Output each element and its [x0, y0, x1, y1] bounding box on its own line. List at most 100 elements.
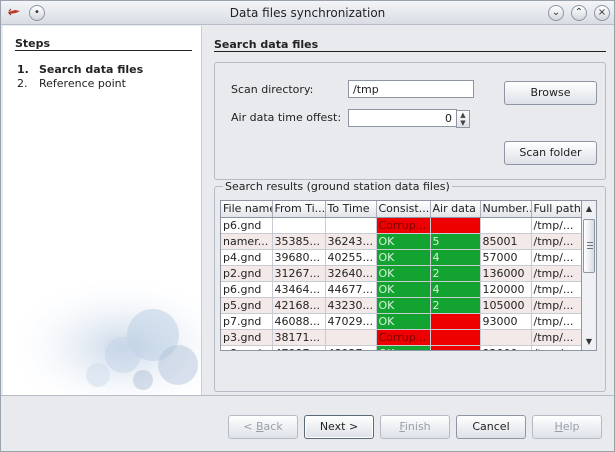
close-icon[interactable]: × — [594, 5, 610, 21]
stepper-down-icon[interactable]: ▼ — [457, 119, 469, 127]
air-offset-input[interactable]: 0 — [348, 109, 457, 127]
table-cell: Corrup... — [376, 329, 431, 346]
air-offset-label: Air data time offest: — [231, 111, 342, 124]
wizard-button-bar: < Back Next > Finish Cancel Help — [1, 395, 614, 451]
table-cell — [430, 329, 481, 346]
steps-divider — [15, 50, 192, 51]
window-title: Data files synchronization — [229, 6, 386, 20]
table-cell: 5 — [430, 233, 481, 250]
scan-folder-button[interactable]: Scan folder — [504, 141, 597, 165]
results-table-wrapper: File name From Ti... To Time Consist... … — [220, 200, 582, 351]
table-cell: OK — [376, 249, 431, 266]
column-header-full-path[interactable]: Full path — [531, 201, 581, 218]
table-cell: 120000 — [480, 281, 532, 298]
step-label: Search data files — [39, 63, 144, 76]
title-bar: • Data files synchronization ⌄ ⌃ × — [1, 1, 614, 25]
column-header-file-name[interactable]: File name — [221, 201, 273, 218]
step-search-data-files: 1. Search data files — [17, 63, 143, 76]
minimize-icon[interactable]: ⌄ — [548, 5, 564, 21]
table-cell: /tmp/... — [531, 233, 581, 250]
table-cell — [325, 329, 377, 346]
table-cell: OK — [376, 233, 431, 250]
maximize-icon[interactable]: ⌃ — [571, 5, 587, 21]
table-cell: /tmp/... — [531, 249, 581, 266]
table-cell: /tmp/... — [531, 313, 581, 330]
column-header-consistency[interactable]: Consist... — [376, 201, 431, 218]
column-header-to-time[interactable]: To Time — [325, 201, 377, 218]
air-offset-stepper[interactable]: ▲ ▼ — [456, 110, 470, 128]
table-cell: 39680... — [272, 249, 326, 266]
column-header-from-time[interactable]: From Ti... — [272, 201, 326, 218]
help-button[interactable]: Help — [532, 415, 602, 439]
table-cell: p3.gnd — [221, 329, 273, 346]
column-header-number[interactable]: Number... — [480, 201, 532, 218]
finish-button[interactable]: Finish — [380, 415, 450, 439]
section-title: Search data files — [214, 38, 319, 51]
table-cell: p7.gnd — [221, 313, 273, 330]
table-row[interactable]: p8.gnd4799748927OK 92000/tmp/... — [221, 345, 581, 350]
table-cell: 47029... — [325, 313, 377, 330]
table-cell: 43464... — [272, 281, 326, 298]
back-prefix: < — [243, 420, 256, 433]
table-row[interactable]: p2.gnd 31267... 32640... OK 2 136000/tmp/... — [221, 265, 581, 282]
table-cell — [325, 217, 377, 234]
table-cell: /tmp/... — [531, 281, 581, 298]
cancel-button[interactable]: Cancel — [456, 415, 526, 439]
table-cell: 42168... — [272, 297, 326, 314]
scrollbar-thumb[interactable] — [583, 219, 595, 273]
table-row[interactable]: p4.gnd 39680... 40255... OK 4 57000/tmp/... — [221, 249, 581, 266]
column-header-air-data[interactable]: Air data — [430, 201, 481, 218]
finish-label: inish — [404, 420, 431, 433]
back-label: ack — [263, 420, 283, 433]
back-button[interactable]: < Back — [228, 415, 298, 439]
table-cell: /tmp/... — [531, 265, 581, 282]
table-cell — [480, 217, 532, 234]
main-panel: Search data files Scan directory: /tmp B… — [204, 26, 614, 395]
table-cell: /tmp/... — [531, 297, 581, 314]
table-cell: /tmp/... — [531, 345, 581, 350]
table-header-row: File name From Ti... To Time Consist... … — [221, 201, 581, 218]
table-cell: 4 — [430, 249, 481, 266]
results-scrollbar[interactable]: ▲ ▼ — [582, 200, 597, 351]
help-mnemonic: H — [554, 420, 563, 433]
table-cell: 38171... — [272, 329, 326, 346]
table-cell: 93000 — [480, 313, 532, 330]
table-cell: OK — [376, 265, 431, 282]
table-cell: 48927 — [325, 345, 377, 350]
table-cell: p8.gnd — [221, 345, 273, 350]
table-cell — [430, 313, 481, 330]
table-cell: 43230... — [325, 297, 377, 314]
table-row[interactable]: p6.gnd 43464... 44677... OK 4 120000/tmp/... — [221, 281, 581, 298]
table-cell: 85001 — [480, 233, 532, 250]
table-cell — [430, 217, 481, 234]
step-number: 2. — [17, 77, 28, 90]
table-cell: 31267... — [272, 265, 326, 282]
scroll-down-icon[interactable]: ▼ — [582, 335, 596, 349]
table-cell: namer... — [221, 233, 273, 250]
table-cell: 2 — [430, 297, 481, 314]
scan-settings-panel: Scan directory: /tmp Browse Air data tim… — [214, 62, 606, 180]
stepper-up-icon[interactable]: ▲ — [457, 111, 469, 119]
table-cell: 44677... — [325, 281, 377, 298]
table-row[interactable]: namer... 35385... 36243... OK 5 85001/tmp/... — [221, 233, 581, 250]
browse-button[interactable]: Browse — [504, 81, 597, 105]
sidebar-decoration-image — [3, 275, 201, 395]
table-cell: OK — [376, 313, 431, 330]
scan-directory-input[interactable]: /tmp — [348, 80, 474, 98]
scroll-up-icon[interactable]: ▲ — [582, 202, 596, 216]
dialog-window: • Data files synchronization ⌄ ⌃ × Steps… — [0, 0, 615, 452]
table-cell: 35385... — [272, 233, 326, 250]
table-row[interactable]: p3.gnd 38171... Corrup... /tmp/... — [221, 329, 581, 346]
scan-directory-label: Scan directory: — [231, 83, 314, 96]
help-label: elp — [562, 420, 580, 433]
table-cell: 40255... — [325, 249, 377, 266]
table-cell: p5.gnd — [221, 297, 273, 314]
table-cell: 57000 — [480, 249, 532, 266]
table-cell: Corrup... — [376, 217, 431, 234]
table-row[interactable]: p6.gnd Corrup... /tmp/... — [221, 217, 581, 234]
table-cell — [430, 345, 481, 350]
next-button[interactable]: Next > — [304, 415, 374, 439]
table-row[interactable]: p5.gnd 42168... 43230... OK 2 105000/tmp/... — [221, 297, 581, 314]
table-row[interactable]: p7.gnd 46088... 47029... OK 93000/tmp/... — [221, 313, 581, 330]
table-cell: p6.gnd — [221, 281, 273, 298]
